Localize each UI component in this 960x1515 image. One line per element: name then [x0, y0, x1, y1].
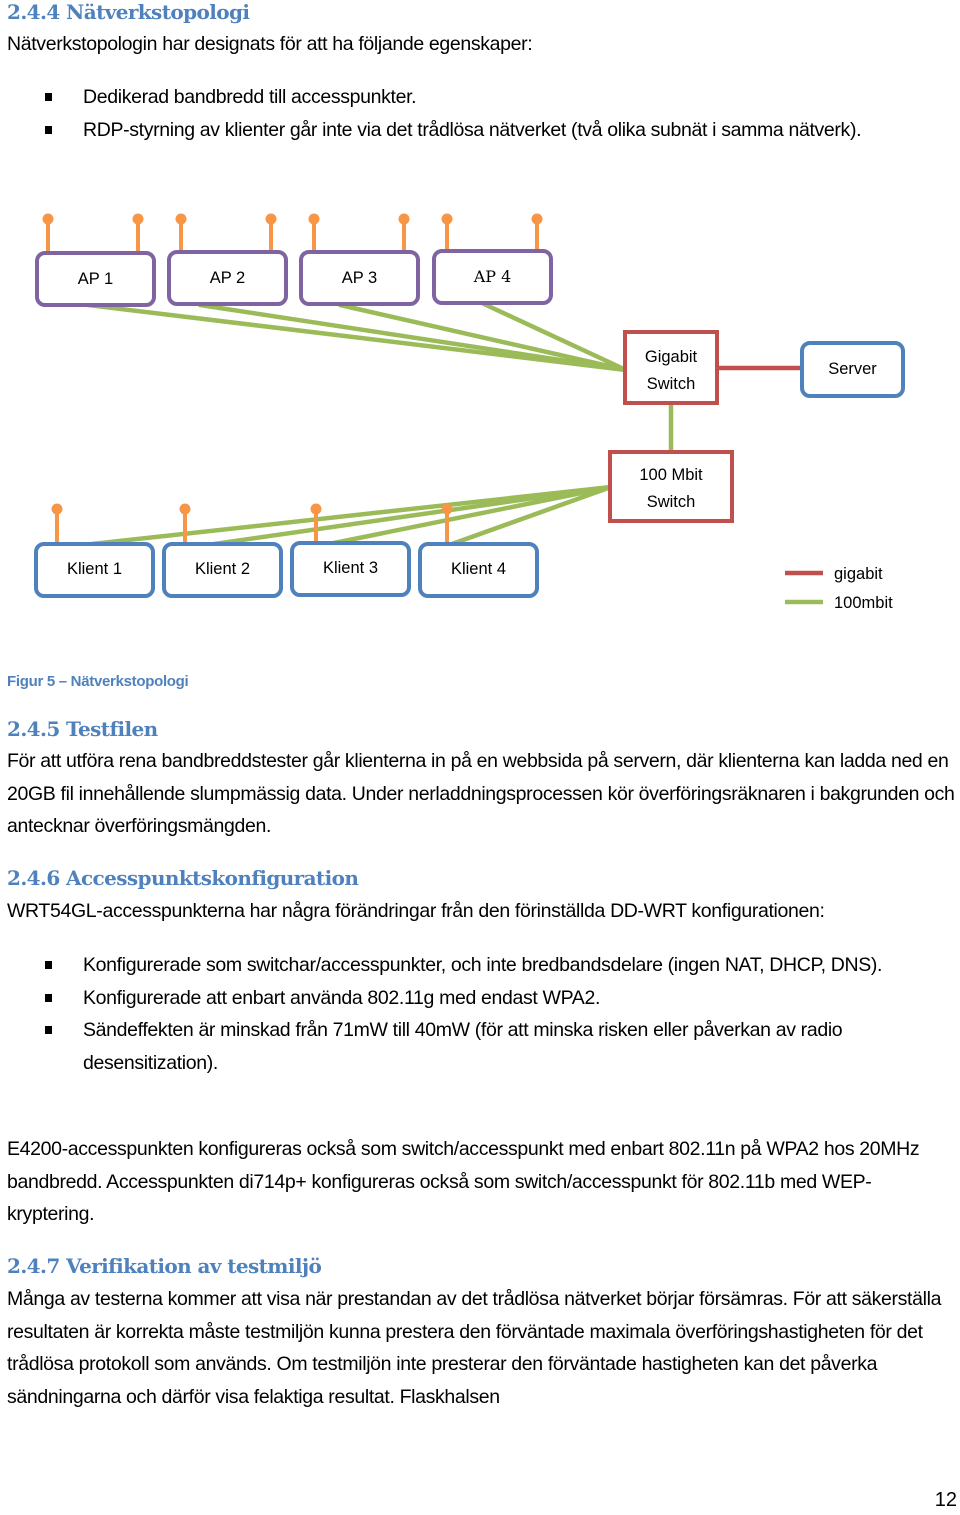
heading-2-4-5: 2.4.5 Testfilen	[7, 717, 158, 741]
ap1-antenna1-antenna-icon	[42, 213, 54, 225]
paragraph-e4200-config: E4200-accesspunkten konfigureras också s…	[7, 1138, 920, 1226]
link-ap1-gigabit-switch	[85, 302, 629, 373]
page-number: 12	[934, 1489, 957, 1511]
ap-label-4: AP 4	[473, 267, 512, 286]
klient-label-4: Klient 4	[451, 560, 506, 578]
klient4-antenna-icon	[441, 503, 453, 515]
ap1-antenna2-antenna-icon	[132, 213, 144, 225]
klient-label-2: Klient 2	[195, 560, 250, 578]
bullet-icon	[45, 1026, 52, 1035]
heading-2-4-7: 2.4.7 Verifikation av testmiljö	[7, 1254, 322, 1278]
ap3-antenna2-antenna-icon	[398, 213, 410, 225]
legend-label-100mbit: 100mbit	[834, 594, 893, 612]
ap4-antenna1-antenna-icon	[441, 213, 453, 225]
klient2-antenna-icon	[179, 503, 191, 515]
klient-label-3: Klient 3	[323, 559, 378, 577]
list-item-text: Konfigurerade som switchar/accesspunkter…	[83, 954, 883, 976]
ap-label-1: AP 1	[78, 270, 113, 288]
nodes: AP 1 AP 2 AP 3 AP 4 Klient 1 Klient 2 Klient 3…	[34, 249, 905, 598]
klient-label-1: Klient 1	[67, 560, 122, 578]
list-item: Konfigurerade att enbart använda 802.11g…	[0, 982, 960, 1015]
links-100mbit	[85, 301, 674, 547]
list-item-text: Konfigurerade att enbart använda 802.11g…	[83, 986, 601, 1009]
list-item: Sändeffekten är minskad från 71mW till 4…	[0, 1014, 960, 1079]
legend-label-gigabit: gigabit	[834, 565, 883, 583]
ap2-antenna1-antenna-icon	[175, 213, 187, 225]
paragraph-verification: Många av testerna kommer att visa när pr…	[7, 1288, 942, 1408]
ap-label-3: AP 3	[342, 269, 377, 287]
klient1-antenna-icon	[51, 503, 63, 515]
link-klient2-100mbit-switch	[211, 484, 614, 547]
ap4-antenna2-antenna-icon	[531, 213, 543, 225]
network-topology-diagram: AP 1 AP 2 AP 3 AP 4 Klient 1 Klient 2 Klient 3…	[34, 213, 905, 612]
server-label: Server	[828, 360, 877, 378]
link-ap2-gigabit-switch	[197, 302, 629, 373]
legend: gigabit 100mbit	[785, 565, 893, 612]
list-item-text: Sändeffekten är minskad från 71mW till 4…	[83, 1019, 843, 1074]
list-item: Konfigurerade som switchar/accesspunkter…	[0, 949, 960, 982]
heading-2-4-6: 2.4.6 Accesspunktskonfiguration	[7, 866, 359, 890]
ap-config-list: Konfigurerade som switchar/accesspunkter…	[0, 949, 960, 1079]
link-ap3-gigabit-switch	[337, 302, 629, 373]
paragraph-testfile: För att utföra rena bandbreddstester går…	[7, 750, 955, 838]
paragraph-ap-config-intro: WRT54GL-accesspunkterna har några föränd…	[7, 900, 825, 922]
bullet-icon	[45, 993, 52, 1002]
klient3-antenna-icon	[310, 503, 322, 515]
ap3-antenna1-antenna-icon	[308, 213, 320, 225]
ap2-antenna2-antenna-icon	[265, 213, 277, 225]
ap-label-2: AP 2	[210, 269, 245, 287]
bullet-icon	[45, 961, 52, 969]
figure-caption: Figur 5 – Nätverkstopologi	[7, 673, 189, 690]
